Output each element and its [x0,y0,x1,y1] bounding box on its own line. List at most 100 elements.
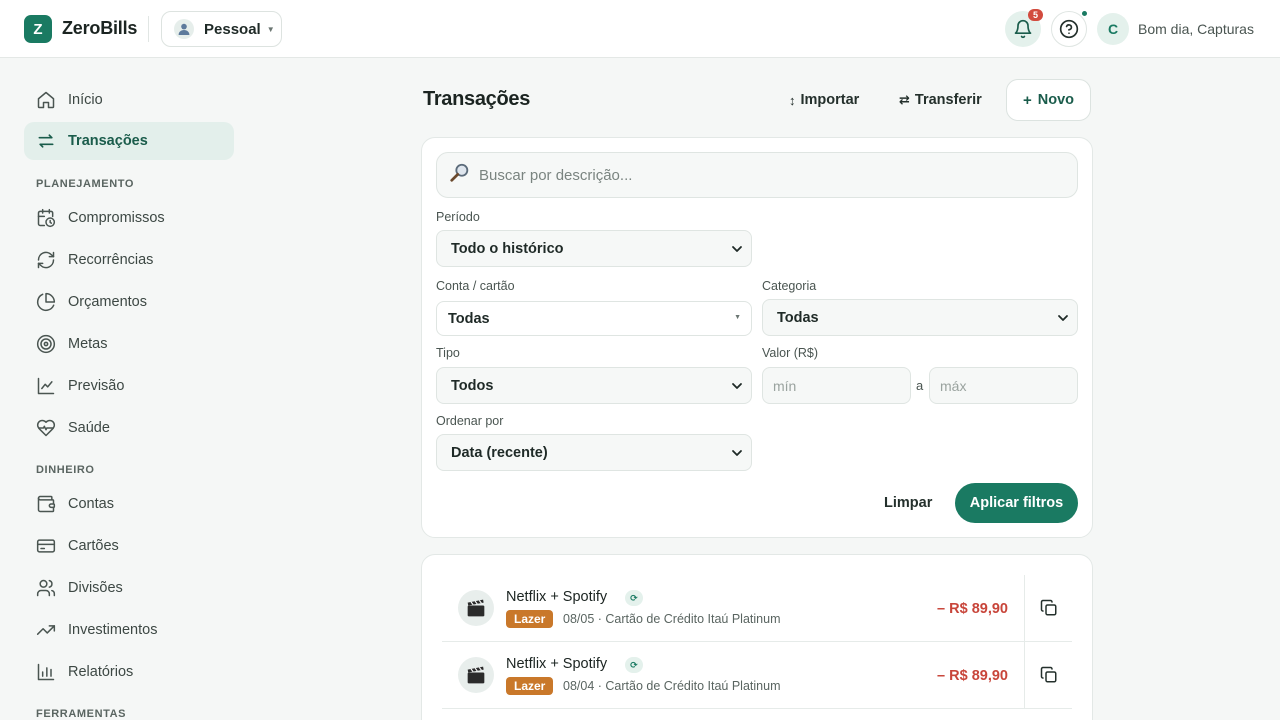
sidebar-item-transacoes[interactable]: Transações [24,122,234,160]
tipo-label: Tipo [436,346,460,360]
calendar-clock-icon [36,208,56,228]
apply-filters-button[interactable]: Aplicar filtros [955,483,1078,523]
transaction-amount: – R$ 89,90 [937,668,1008,684]
periodo-select[interactable]: Todo o histórico [436,230,752,267]
profile-selector[interactable]: Pessoal ▼ [161,11,282,47]
sidebar-item-label: Investimentos [68,622,158,638]
person-icon [174,19,194,39]
caret-down-icon: ▼ [734,314,741,321]
header-divider [148,16,149,42]
notifications-count-badge: 5 [1028,9,1043,21]
table-row[interactable]: Netflix + Spotify ⟳ Lazer 08/05 · Cartão… [442,575,1072,642]
search-icon [449,162,471,189]
category-badge: Lazer [506,677,554,695]
sidebar-item-relatorios[interactable]: Relatórios [24,653,234,691]
brand-name[interactable]: ZeroBills [62,18,137,39]
sidebar-section-dinheiro: DINHEIRO [36,464,95,476]
import-arrows-icon: ↕ [789,92,796,108]
line-chart-icon [36,376,56,396]
bell-icon [1014,19,1032,39]
conta-select[interactable]: Todas ▼ [436,301,752,336]
copy-icon [1040,599,1057,616]
valor-max-placeholder: máx [940,377,967,394]
duplicate-button[interactable] [1040,666,1058,684]
user-avatar[interactable]: C [1097,13,1129,45]
search-input[interactable]: Buscar por descrição... [436,152,1078,198]
periodo-value: Todo o histórico [451,240,564,257]
valor-min-input[interactable]: mín [762,367,911,404]
search-placeholder: Buscar por descrição... [479,166,633,184]
duplicate-button[interactable] [1040,599,1058,617]
user-greeting[interactable]: Bom dia, Capturas [1138,21,1254,37]
sidebar-item-cartoes[interactable]: Cartões [24,527,234,565]
sidebar-item-label: Orçamentos [68,294,147,310]
tipo-select[interactable]: Todos [436,367,752,404]
transaction-meta: 08/04 · Cartão de Crédito Itaú Platinum [563,679,781,693]
sidebar-item-label: Contas [68,496,114,512]
tipo-value: Todos [451,377,494,394]
periodo-label: Período [436,210,480,224]
transaction-amount: – R$ 89,90 [937,601,1008,617]
sidebar-item-saude[interactable]: Saúde [24,409,234,447]
clapperboard-icon [458,590,494,626]
transfer-arrows-icon [36,131,56,151]
new-label: Novo [1037,92,1074,108]
sidebar-item-label: Início [68,92,103,108]
ordenar-select[interactable]: Data (recente) [436,434,752,471]
plus-icon: + [1022,91,1032,109]
chevron-down-icon [732,383,742,389]
categoria-value: Todas [777,309,819,326]
sidebar-section-ferramentas: FERRAMENTAS [36,708,127,720]
sidebar-item-metas[interactable]: Metas [24,325,234,363]
sidebar-item-inicio[interactable]: Início [24,81,234,119]
valor-max-input[interactable]: máx [929,367,1078,404]
users-icon [36,578,56,598]
import-button[interactable]: ↕ Importar [789,92,859,108]
recurring-icon: ⟳ [625,590,643,606]
credit-card-icon [36,536,56,556]
valor-min-placeholder: mín [773,377,797,394]
transfer-button[interactable]: ⇄ Transferir [899,92,982,108]
clear-filters-button[interactable]: Limpar [884,495,932,511]
filters-card: Buscar por descrição... Período Todo o h… [421,137,1093,538]
target-icon [36,334,56,354]
sidebar-item-orcamentos[interactable]: Orçamentos [24,283,234,321]
recurring-icon: ⟳ [625,657,643,673]
ordenar-value: Data (recente) [451,444,548,461]
sidebar-item-compromissos[interactable]: Compromissos [24,199,234,237]
categoria-select[interactable]: Todas [762,299,1078,336]
sidebar-item-label: Compromissos [68,210,165,226]
import-label: Importar [800,92,860,108]
row-divider [1024,642,1025,709]
chevron-down-icon [1058,315,1068,321]
caret-down-icon: ▼ [266,24,275,34]
sidebar-item-recorrencias[interactable]: Recorrências [24,241,234,279]
category-badge: Lazer [506,610,554,628]
new-transaction-button[interactable]: + Novo [1006,79,1091,121]
wallet-icon [36,494,56,514]
sidebar-item-label: Metas [68,336,108,352]
sidebar-item-label: Saúde [68,420,110,436]
page-title: Transações [423,88,531,110]
transaction-meta: 08/05 · Cartão de Crédito Itaú Platinum [563,612,781,626]
sidebar-item-label: Relatórios [68,664,134,680]
valor-range-separator: a [916,378,924,393]
app-logo[interactable]: Z [24,15,52,43]
table-row[interactable]: Netflix + Spotify ⟳ Lazer 08/04 · Cartão… [442,642,1072,709]
row-divider [1024,575,1025,642]
clapperboard-icon [458,657,494,693]
copy-icon [1040,666,1057,683]
heart-pulse-icon [36,418,56,438]
help-status-dot [1081,10,1088,17]
sidebar-item-previsao[interactable]: Previsão [24,367,234,405]
sidebar-item-divisoes[interactable]: Divisões [24,569,234,607]
conta-value: Todas [448,310,490,327]
trending-up-icon [36,620,56,640]
sidebar-item-label: Previsão [68,378,125,394]
conta-label: Conta / cartão [436,279,515,293]
sidebar-item-contas[interactable]: Contas [24,485,234,523]
sidebar-item-investimentos[interactable]: Investimentos [24,611,234,649]
transactions-list: Netflix + Spotify ⟳ Lazer 08/05 · Cartão… [421,554,1093,720]
transaction-description: Netflix + Spotify [506,589,608,605]
transfer-label: Transferir [914,92,982,108]
